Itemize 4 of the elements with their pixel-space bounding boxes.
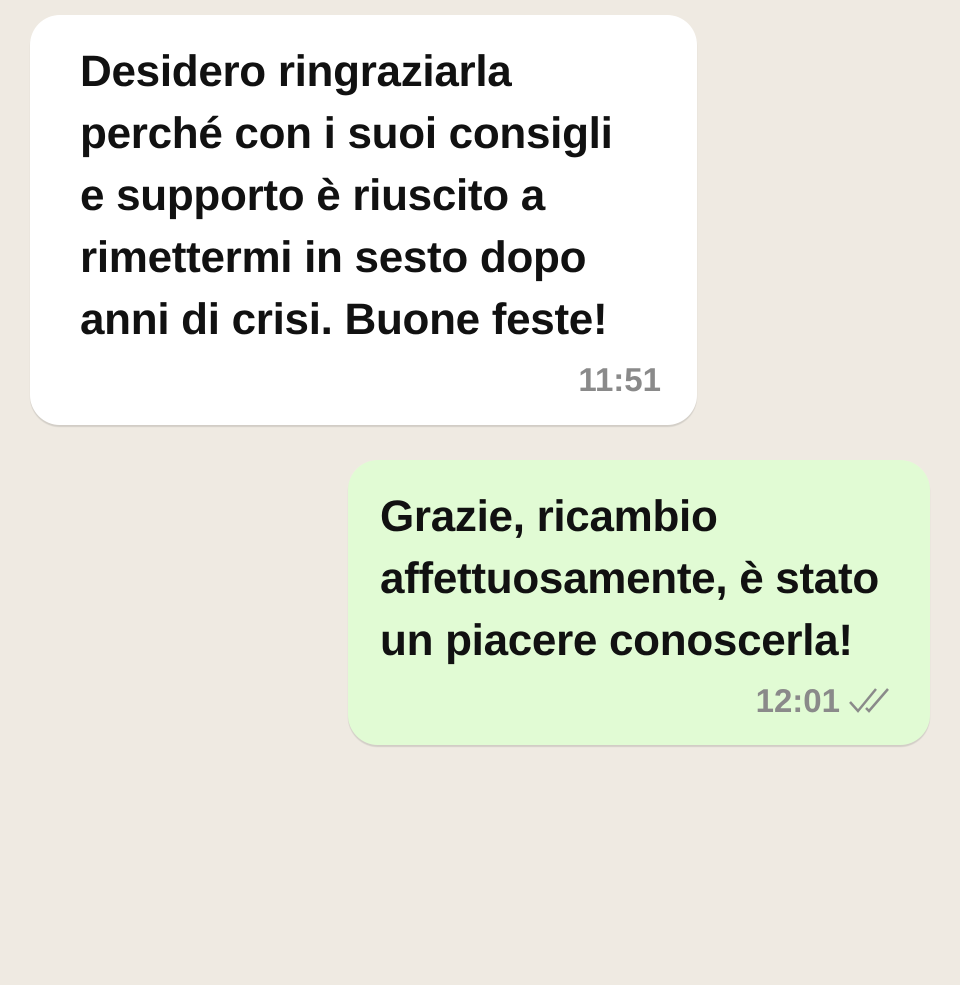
message-time: 11:51: [578, 360, 661, 400]
message-time: 12:01: [756, 680, 840, 720]
message-text: Desidero ringraziarla perché con i suoi consigli e supporto è riuscito a rimettermi in sesto dopo anni di crisi. Buone feste!: [80, 46, 614, 346]
message-text: Grazie, ricambio affettuosamente, è stato un piacere conoscerla!: [380, 490, 880, 666]
